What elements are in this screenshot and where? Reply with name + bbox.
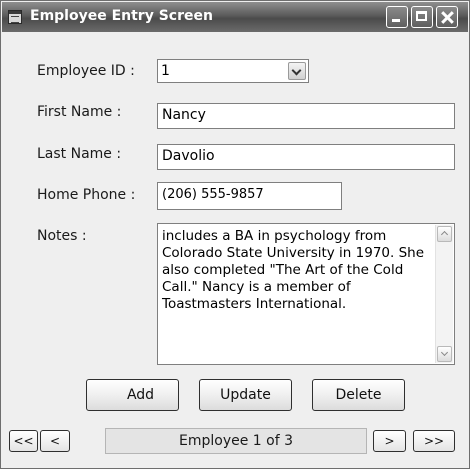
- home-phone-label: Home Phone :: [37, 187, 136, 203]
- notes-text: includes a BA in psychology from Colorad…: [162, 228, 425, 312]
- title-bar[interactable]: Employee Entry Screen: [2, 2, 468, 32]
- chevron-down-icon[interactable]: [288, 62, 306, 80]
- notes-label: Notes :: [37, 228, 87, 244]
- next-record-button[interactable]: >: [373, 430, 406, 452]
- minimize-icon[interactable]: [386, 6, 408, 28]
- notes-scrollbar[interactable]: [435, 225, 453, 363]
- notes-textarea[interactable]: includes a BA in psychology from Colorad…: [157, 223, 455, 365]
- close-icon[interactable]: [436, 6, 458, 28]
- maximize-icon[interactable]: [411, 6, 433, 28]
- first-name-label: First Name :: [37, 104, 122, 120]
- record-status: Employee 1 of 3: [105, 428, 367, 454]
- employee-id-label: Employee ID :: [37, 63, 135, 79]
- record-navigator: << < Employee 1 of 3 > >>: [9, 427, 457, 455]
- add-button-label: Add: [126, 387, 155, 403]
- window-title: Employee Entry Screen: [30, 8, 213, 24]
- add-button[interactable]: Add: [86, 379, 179, 411]
- last-name-field[interactable]: Davolio: [157, 144, 455, 170]
- last-record-button[interactable]: >>: [413, 430, 455, 452]
- first-record-button[interactable]: <<: [9, 430, 38, 452]
- employee-id-value: 1: [161, 63, 170, 79]
- previous-record-button[interactable]: <: [40, 430, 70, 452]
- scroll-up-icon[interactable]: [437, 226, 452, 242]
- employee-id-select[interactable]: 1: [157, 59, 309, 83]
- app-form-icon[interactable]: [8, 10, 22, 24]
- last-name-label: Last Name :: [37, 146, 122, 162]
- update-button[interactable]: Update: [199, 379, 292, 411]
- employee-entry-window: Employee Entry Screen Employee ID : 1 Fi…: [0, 0, 470, 469]
- home-phone-field[interactable]: (206) 555-9857: [157, 182, 342, 210]
- scroll-down-icon[interactable]: [437, 346, 452, 362]
- first-name-field[interactable]: Nancy: [157, 103, 455, 129]
- delete-button[interactable]: Delete: [312, 379, 405, 411]
